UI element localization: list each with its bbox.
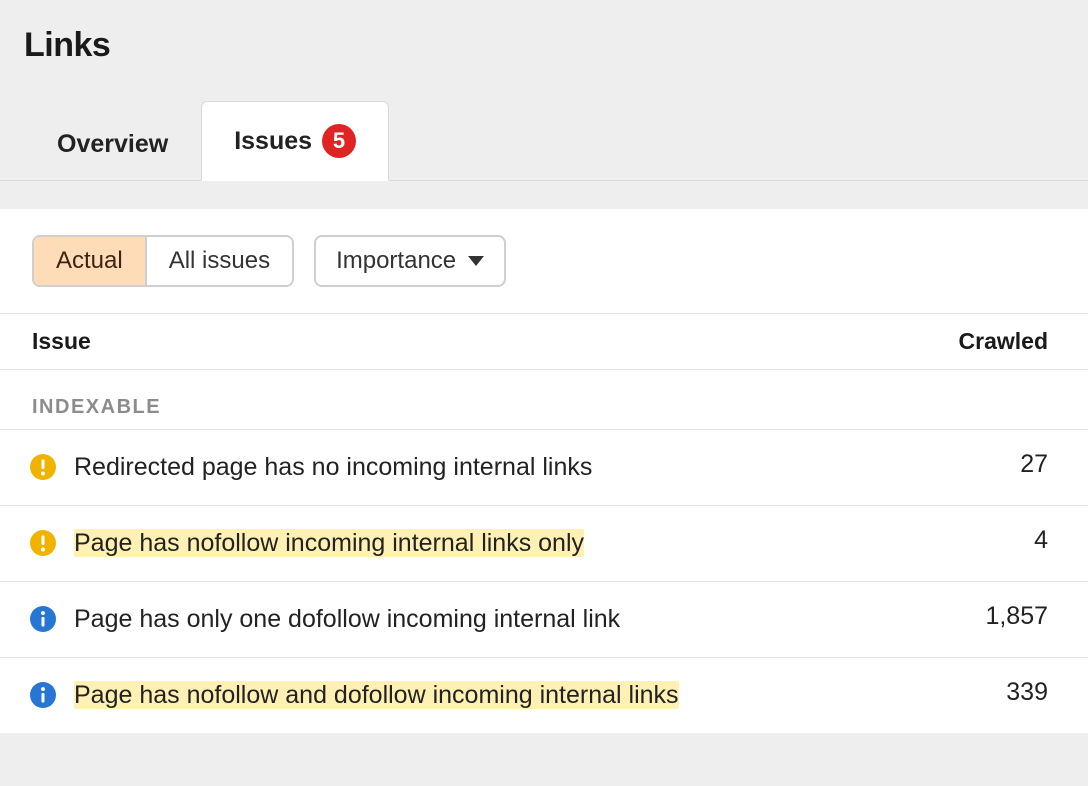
warning-icon — [30, 530, 56, 556]
issues-list: Redirected page has no incoming internal… — [0, 429, 1088, 733]
row-left: Page has only one dofollow incoming inte… — [30, 602, 948, 637]
issue-text: Redirected page has no incoming internal… — [74, 450, 592, 485]
table-row[interactable]: Redirected page has no incoming internal… — [0, 429, 1088, 505]
sort-importance-dropdown[interactable]: Importance — [314, 235, 506, 287]
table-row[interactable]: Page has nofollow incoming internal link… — [0, 505, 1088, 581]
row-left: Page has nofollow and dofollow incoming … — [30, 678, 948, 713]
issue-text: Page has only one dofollow incoming inte… — [74, 602, 620, 637]
tab-overview-label: Overview — [57, 130, 168, 159]
scope-actual-button[interactable]: Actual — [34, 237, 145, 285]
issues-scope-toggle: Actual All issues — [32, 235, 294, 287]
issue-text: Page has nofollow and dofollow incoming … — [74, 678, 679, 713]
issues-panel: Actual All issues Importance Issue Crawl… — [0, 209, 1088, 733]
crawled-value: 339 — [948, 678, 1048, 707]
table-row[interactable]: Page has only one dofollow incoming inte… — [0, 581, 1088, 657]
tab-overview[interactable]: Overview — [24, 107, 201, 181]
section-heading-indexable: INDEXABLE — [0, 370, 1088, 429]
tab-issues[interactable]: Issues 5 — [201, 101, 389, 181]
row-left: Page has nofollow incoming internal link… — [30, 526, 948, 561]
sort-importance-label: Importance — [336, 247, 456, 275]
col-issue-header: Issue — [32, 328, 91, 355]
row-left: Redirected page has no incoming internal… — [30, 450, 948, 485]
crawled-value: 27 — [948, 450, 1048, 479]
tab-issues-label: Issues — [234, 127, 312, 156]
page-title: Links — [0, 0, 1088, 65]
issues-count-badge: 5 — [322, 124, 356, 158]
filter-bar: Actual All issues Importance — [0, 209, 1088, 313]
caret-down-icon — [468, 256, 484, 266]
col-crawled-header: Crawled — [959, 328, 1048, 355]
info-icon — [30, 606, 56, 632]
scope-all-issues-button[interactable]: All issues — [145, 237, 292, 285]
info-icon — [30, 682, 56, 708]
warning-icon — [30, 454, 56, 480]
crawled-value: 1,857 — [948, 602, 1048, 631]
issue-text: Page has nofollow incoming internal link… — [74, 526, 584, 561]
table-row[interactable]: Page has nofollow and dofollow incoming … — [0, 657, 1088, 733]
table-header: Issue Crawled — [0, 313, 1088, 370]
tabs: Overview Issues 5 — [0, 101, 1088, 181]
crawled-value: 4 — [948, 526, 1048, 555]
